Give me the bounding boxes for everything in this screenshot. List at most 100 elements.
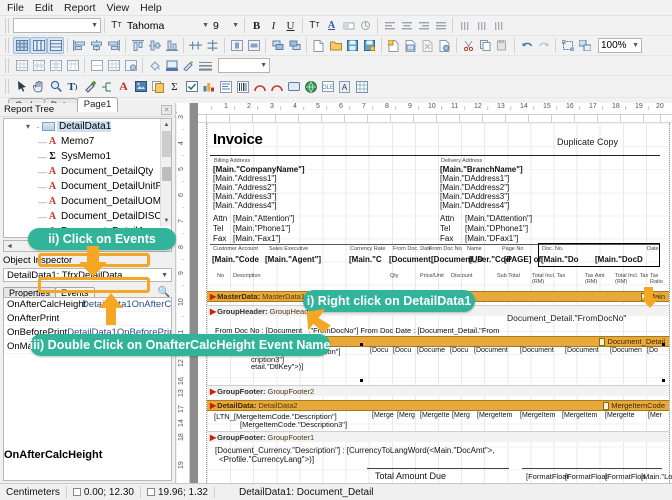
subreport-object-icon[interactable]	[149, 78, 166, 95]
chart-object-icon[interactable]	[200, 78, 217, 95]
band-expand-icon[interactable]: ▶	[210, 292, 216, 301]
band-expand-icon[interactable]: ▶	[210, 307, 216, 316]
info-caption-4[interactable]: From Doc. Date	[393, 246, 432, 252]
detail1-field-8[interactable]: [Documen	[610, 347, 642, 354]
groupheader-expression[interactable]: Document_Detail."FromDocNo"	[507, 313, 626, 323]
band-expand-icon[interactable]: ▶	[210, 433, 216, 442]
align-left-icon[interactable]	[381, 17, 398, 34]
format-painter-icon[interactable]	[81, 78, 98, 95]
billing-line-1[interactable]: [Main."CompanyName"]	[213, 165, 305, 174]
align-objects-center-icon[interactable]	[88, 37, 105, 54]
frame-horizontal-icon[interactable]	[47, 37, 64, 54]
col-header-qty[interactable]: Qty	[390, 273, 399, 279]
frame-vertical-icon[interactable]	[30, 37, 47, 54]
billing-attn-value[interactable]: [Main."Attention"]	[233, 214, 294, 223]
save-as-icon[interactable]	[361, 37, 378, 54]
delivery-fax-value[interactable]: [Main."DFax1"]	[465, 234, 518, 243]
info-value-3[interactable]: [Main."C	[349, 255, 382, 264]
col-header-price[interactable]: Price/Unit	[420, 273, 444, 279]
select-tool-icon[interactable]	[13, 78, 30, 95]
fill-color-icon[interactable]	[146, 57, 163, 74]
billing-caption[interactable]: Billing Address	[214, 158, 250, 164]
zoom-tool-icon[interactable]	[47, 78, 64, 95]
delivery-line-3[interactable]: [Main."DAddress2"]	[440, 183, 509, 192]
delivery-tel-label[interactable]: Tel	[440, 224, 450, 233]
underline-button[interactable]: U	[282, 17, 299, 34]
cut-icon[interactable]	[460, 37, 477, 54]
detail1-field-3[interactable]: [Docume	[417, 347, 445, 354]
align-objects-left-icon[interactable]	[71, 37, 88, 54]
tree-node-sysmemo1[interactable]: — Σ SysMemo1	[4, 149, 171, 164]
col-header-desc[interactable]: Description	[233, 273, 261, 279]
scroll-up-icon[interactable]: ▲	[161, 119, 172, 130]
detail2-field-4[interactable]: [Merg	[452, 412, 470, 419]
detail1-field-7[interactable]: [Document	[565, 347, 599, 354]
save-report-icon[interactable]	[344, 37, 361, 54]
new-dialog-icon[interactable]	[402, 37, 419, 54]
undo-icon[interactable]	[518, 37, 535, 54]
info-value-7[interactable]: [PAGE] of	[504, 255, 541, 264]
event-value[interactable]: DetailData1OnAfterCalcHeight	[82, 299, 172, 310]
toolbar-grip[interactable]	[5, 18, 10, 33]
close-panel-icon[interactable]: ✕	[161, 105, 172, 115]
align-center-icon[interactable]	[398, 17, 415, 34]
tree-vertical-scrollbar[interactable]: ▲ ▼	[160, 119, 171, 226]
report-title[interactable]: Invoice	[213, 131, 263, 148]
info-caption-3[interactable]: Currency Rate	[350, 246, 385, 252]
split-cells-icon[interactable]	[105, 57, 122, 74]
bold-button[interactable]: B	[248, 17, 265, 34]
brush-icon[interactable]	[180, 57, 197, 74]
barcode-object-icon[interactable]	[234, 78, 251, 95]
detail2-field-2[interactable]: [Merg	[397, 412, 415, 419]
currency-line-2[interactable]: <Profile."CurrencyLang">)]	[219, 455, 314, 464]
align-top-objects-icon[interactable]	[129, 37, 146, 54]
delivery-line-5[interactable]: [Main."DAddress4"]	[440, 201, 509, 210]
highlight-icon[interactable]	[340, 17, 357, 34]
table-insert-row-icon[interactable]	[13, 57, 30, 74]
new-page-icon[interactable]	[385, 37, 402, 54]
info-value-8[interactable]: [Main."Do	[541, 255, 579, 264]
billing-line-4[interactable]: [Main."Address3"]	[213, 192, 276, 201]
insert-band-icon[interactable]	[98, 78, 115, 95]
italic-button[interactable]: I	[265, 17, 282, 34]
detail1-field-5[interactable]: [Document	[474, 347, 508, 354]
copy-icon[interactable]	[477, 37, 494, 54]
delivery-line-4[interactable]: [Main."DAddress3"]	[440, 192, 509, 201]
redo-icon[interactable]	[535, 37, 552, 54]
detail2-field-9[interactable]: [Mer	[648, 412, 662, 419]
valign-top-icon[interactable]	[456, 17, 473, 34]
align-objects-right-icon[interactable]	[105, 37, 122, 54]
font-dialog-icon[interactable]: TT	[306, 17, 323, 34]
shape-arc-icon[interactable]	[251, 78, 268, 95]
event-row-onafterprint[interactable]: OnAfterPrint	[4, 312, 171, 326]
frame-color-icon[interactable]	[163, 57, 180, 74]
ole-object-icon[interactable]: OLE	[319, 78, 336, 95]
detail1-field-2[interactable]: [Docu	[393, 347, 411, 354]
billing-line-5[interactable]: [Main."Address4"]	[213, 201, 276, 210]
col-header-no[interactable]: No	[217, 273, 224, 279]
align-middle-objects-icon[interactable]	[146, 37, 163, 54]
shape-arc2-icon[interactable]	[268, 78, 285, 95]
detail2-field-8[interactable]: [MergeIte	[605, 412, 635, 419]
scroll-down-icon[interactable]: ▼	[161, 215, 172, 226]
billing-line-2[interactable]: [Main."Address1"]	[213, 174, 276, 183]
page-settings-icon[interactable]	[436, 37, 453, 54]
col-header-total1[interactable]: Total Incl. Tax (RM)	[532, 273, 566, 285]
checkbox-object-icon[interactable]	[183, 78, 200, 95]
table-insert-col-icon[interactable]	[47, 57, 64, 74]
paste-icon[interactable]	[494, 37, 511, 54]
align-bottom-objects-icon[interactable]	[163, 37, 180, 54]
col-header-ratio[interactable]: Tax Ratio	[650, 273, 670, 285]
delivery-fax-label[interactable]: Fax	[440, 234, 453, 243]
font-color-icon[interactable]: A	[323, 17, 340, 34]
line-style-icon[interactable]	[197, 57, 214, 74]
tree-node-detaildisc[interactable]: — A Document_DetailDISC	[4, 209, 171, 224]
total-amount-due-label[interactable]: Total Amount Due	[375, 471, 446, 481]
tree-node-detailuom[interactable]: — A Document_DetailUOM	[4, 194, 171, 209]
text-rotate-icon[interactable]	[357, 17, 374, 34]
delivery-line-2[interactable]: [Main."DAddress1"]	[440, 174, 509, 183]
billing-tel-value[interactable]: [Main."Phone1"]	[233, 224, 290, 233]
group-icon[interactable]	[559, 37, 576, 54]
info-caption-7[interactable]: Page No	[502, 246, 523, 252]
detail1-field-4[interactable]: [Docu	[450, 347, 468, 354]
